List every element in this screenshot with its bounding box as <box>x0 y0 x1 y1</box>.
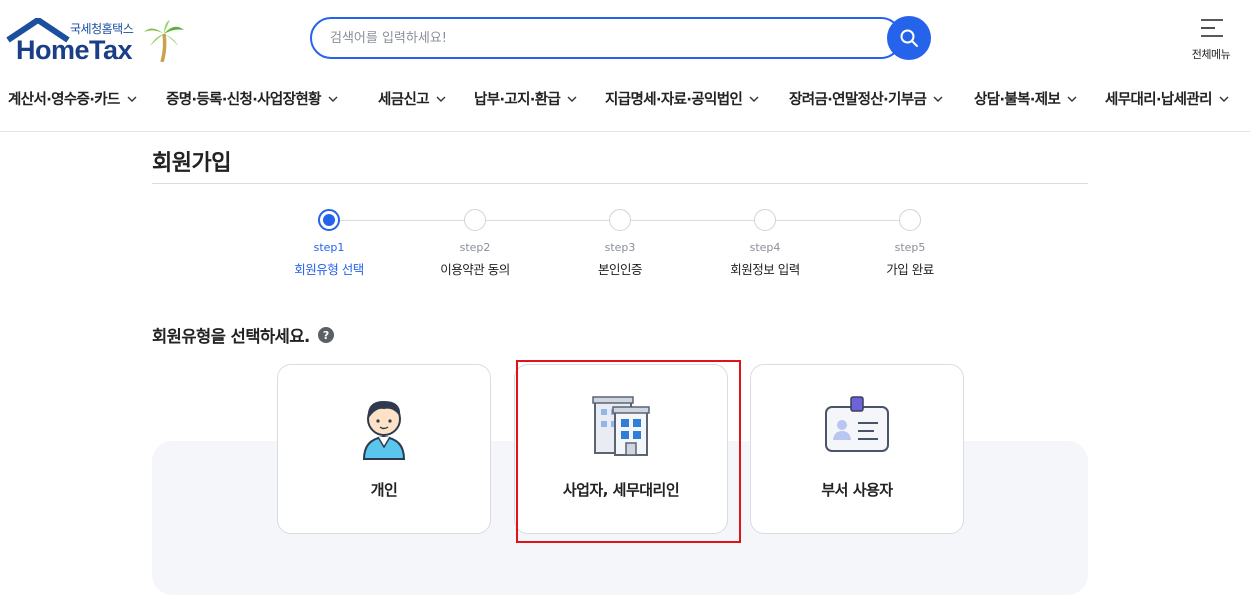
all-menu-label: 전체메뉴 <box>1191 48 1231 61</box>
nav-item-invoice[interactable]: 계산서·영수증·카드 <box>8 88 137 109</box>
step-dot-2 <box>464 209 486 231</box>
nav-item-payment[interactable]: 납부·고지·환급 <box>474 88 577 109</box>
nav-item-label: 세금신고 <box>378 92 430 108</box>
step-connector <box>631 220 754 221</box>
nav-item-label: 상담·불복·제보 <box>974 92 1061 108</box>
step-connector <box>340 220 464 221</box>
step-label: 이용약관 동의 <box>440 262 510 277</box>
search-box <box>310 17 902 59</box>
nav-item-statement[interactable]: 지급명세·자료·공익법인 <box>605 88 759 109</box>
member-type-card-department[interactable]: 부서 사용자 <box>750 364 964 534</box>
chevron-down-icon <box>567 96 577 102</box>
step-number: step3 <box>604 241 636 254</box>
nav-item-tax-report[interactable]: 세금신고 <box>378 88 446 109</box>
chevron-down-icon <box>436 96 446 102</box>
page-title: 회원가입 <box>152 151 231 176</box>
step-label: 회원정보 입력 <box>730 262 800 277</box>
nav-item-label: 지급명세·자료·공익법인 <box>605 92 743 108</box>
title-divider <box>152 183 1088 184</box>
step-number: step2 <box>459 241 491 254</box>
nav-item-certificate[interactable]: 증명·등록·신청·사업장현황 <box>166 88 338 109</box>
search-icon <box>900 29 918 47</box>
all-menu-button[interactable]: 전체메뉴 <box>1176 16 1246 64</box>
chevron-down-icon <box>127 96 137 102</box>
nav-item-consult[interactable]: 상담·불복·제보 <box>974 88 1077 109</box>
chevron-down-icon <box>749 96 759 102</box>
help-icon[interactable]: ? <box>317 327 334 343</box>
step-dot-1 <box>318 209 340 231</box>
card-label: 부서 사용자 <box>821 481 893 499</box>
hometax-logo[interactable]: 국세청홈택스 HomeTax <box>6 18 186 66</box>
step-connector <box>486 220 609 221</box>
step-number: step4 <box>749 241 781 254</box>
chevron-down-icon <box>933 96 943 102</box>
nav-item-incentive[interactable]: 장려금·연말정산·기부금 <box>789 88 943 109</box>
step-connector <box>776 220 899 221</box>
chevron-down-icon <box>1067 96 1077 102</box>
step-label: 회원유형 선택 <box>294 262 364 277</box>
step-dot-3 <box>609 209 631 231</box>
step-dot-5 <box>899 209 921 231</box>
member-type-prompt: 회원유형을 선택하세요. <box>152 327 310 346</box>
nav-item-agent[interactable]: 세무대리·납세관리 <box>1105 88 1229 109</box>
logo-title: HomeTax <box>16 35 133 65</box>
main-nav: 계산서·영수증·카드 증명·등록·신청·사업장현황 세금신고 납부·고지·환급 … <box>0 80 1250 116</box>
step-dot-4 <box>754 209 776 231</box>
nav-divider <box>0 131 1250 132</box>
search-input[interactable] <box>330 28 870 48</box>
step-number: step5 <box>894 241 926 254</box>
selection-highlight <box>516 360 741 543</box>
step-label: 가입 완료 <box>886 262 934 277</box>
nav-item-label: 증명·등록·신청·사업장현황 <box>166 92 321 108</box>
palm-tree-icon <box>144 20 184 62</box>
member-type-card-individual[interactable]: 개인 <box>277 364 491 534</box>
card-label: 개인 <box>370 481 398 499</box>
nav-item-label: 장려금·연말정산·기부금 <box>789 92 927 108</box>
person-icon <box>362 401 406 460</box>
nav-item-label: 세무대리·납세관리 <box>1105 92 1212 108</box>
id-card-icon <box>825 396 889 452</box>
step-label: 본인인증 <box>597 262 643 277</box>
menu-icon <box>1201 19 1223 37</box>
nav-item-label: 계산서·영수증·카드 <box>8 92 120 108</box>
chevron-down-icon <box>1219 96 1229 102</box>
nav-item-label: 납부·고지·환급 <box>474 92 561 108</box>
member-type-heading: 회원유형을 선택하세요. ? <box>152 323 334 347</box>
step-number: step1 <box>313 241 345 254</box>
chevron-down-icon <box>328 96 338 102</box>
search-button[interactable] <box>887 16 931 60</box>
